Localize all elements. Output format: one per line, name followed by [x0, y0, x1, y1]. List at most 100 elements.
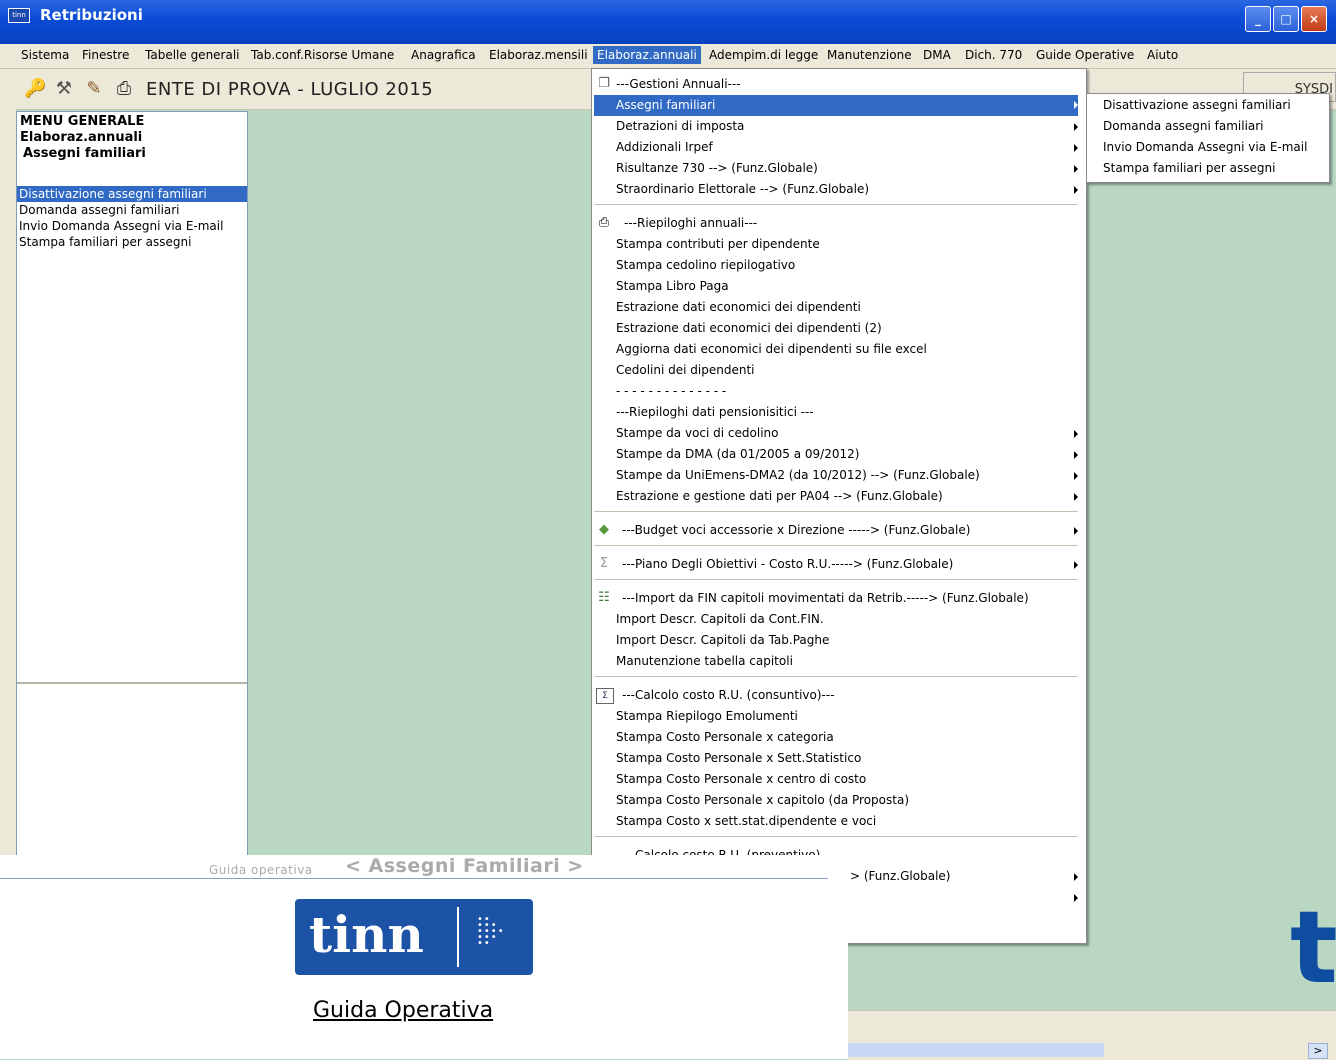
menu-header-riepiloghi-annuali: ---Riepiloghi annuali--- — [624, 216, 758, 230]
menu-elaboraz-annuali[interactable]: Elaboraz.annuali — [593, 46, 701, 64]
menu-item-costo-categoria[interactable]: Stampa Costo Personale x categoria — [616, 730, 834, 744]
left-item-stampa-familiari[interactable]: Stampa familiari per assegni — [17, 234, 247, 250]
menu-header-gestioni-annuali: ---Gestioni Annuali--- — [616, 77, 741, 91]
menu-item-risultanze-730[interactable]: Risultanze 730 --> (Funz.Globale) — [616, 161, 818, 175]
menu-item-import-fin[interactable]: ---Import da FIN capitoli movimentati da… — [622, 591, 1029, 605]
guide-section-title: < Assegni Familiari > — [345, 855, 584, 877]
submenu-item-domanda[interactable]: Domanda assegni familiari — [1103, 119, 1264, 133]
menu-item-costo-sett-stat-dipendente[interactable]: Stampa Costo x sett.stat.dipendente e vo… — [616, 814, 876, 828]
menu-separator — [594, 204, 1078, 205]
submenu-item-disattivazione[interactable]: Disattivazione assegni familiari — [1103, 98, 1291, 112]
chevron-right-icon — [1074, 527, 1078, 535]
brush-icon[interactable]: ✎ — [84, 79, 104, 99]
import-icon: ☷ — [598, 590, 610, 605]
menu-item-funz-globale[interactable]: > (Funz.Globale) — [850, 869, 950, 883]
menu-dma[interactable]: DMA — [923, 48, 951, 62]
menubar: Sistema Finestre Tabelle generali Tab.co… — [0, 44, 1336, 69]
menu-item-straordinario-elettorale[interactable]: Straordinario Elettorale --> (Funz.Globa… — [616, 182, 869, 196]
printer-icon: ⎙ — [598, 215, 610, 230]
menu-item-addizionali-irpef[interactable]: Addizionali Irpef — [616, 140, 713, 154]
menu-dash-separator: - - - - - - - - - - - - - - — [616, 384, 727, 398]
horizontal-scrollbar[interactable] — [848, 1043, 1104, 1057]
menu-tab-conf-risorse-umane[interactable]: Tab.conf.Risorse Umane — [251, 48, 394, 62]
menu-item-assegni-familiari[interactable]: Assegni familiari — [594, 95, 1078, 116]
menu-item-costo-centro-costo[interactable]: Stampa Costo Personale x centro di costo — [616, 772, 866, 786]
menu-item-piano-obiettivi[interactable]: ---Piano Degli Obiettivi - Costo R.U.---… — [622, 557, 953, 571]
menu-separator — [594, 579, 1078, 580]
menu-separator — [594, 676, 1078, 677]
left-item-domanda[interactable]: Domanda assegni familiari — [17, 202, 247, 218]
assegni-familiari-submenu: Disattivazione assegni familiari Domanda… — [1086, 93, 1330, 183]
menu-item-stampa-contributi[interactable]: Stampa contributi per dipendente — [616, 237, 820, 251]
menu-item-import-descr-paghe[interactable]: Import Descr. Capitoli da Tab.Paghe — [616, 633, 829, 647]
menu-item-manutenzione-capitoli[interactable]: Manutenzione tabella capitoli — [616, 654, 793, 668]
logo-dots-icon: •• ••• •••• ••• •• — [477, 914, 505, 949]
menu-guide-operative[interactable]: Guide Operative — [1036, 48, 1134, 62]
chevron-right-icon — [1074, 186, 1078, 194]
sigma-icon: Σ — [599, 556, 609, 571]
tools-icon[interactable]: ⚒ — [54, 79, 74, 99]
close-button[interactable]: × — [1301, 6, 1327, 32]
submenu-item-invio-domanda[interactable]: Invio Domanda Assegni via E-mail — [1103, 140, 1307, 154]
printer-icon[interactable]: ⎙ — [114, 79, 134, 99]
menu-sistema[interactable]: Sistema — [21, 48, 69, 62]
left-item-disattivazione[interactable]: Disattivazione assegni familiari — [17, 186, 247, 202]
gestioni-icon: ❐ — [598, 76, 610, 91]
chevron-right-icon — [1074, 472, 1078, 480]
elaboraz-annuali-dropdown: ❐ ---Gestioni Annuali--- Assegni familia… — [591, 68, 1087, 944]
menu-item-stampa-riepilogo-emolumenti[interactable]: Stampa Riepilogo Emolumenti — [616, 709, 798, 723]
guide-title: Guida Operativa — [313, 998, 494, 1023]
section-label: Elaboraz.annuali — [20, 130, 143, 145]
menu-separator — [594, 545, 1078, 546]
ente-label: ENTE DI PROVA - LUGLIO 2015 — [146, 79, 434, 100]
menu-manutenzione[interactable]: Manutenzione — [827, 48, 912, 62]
chevron-right-icon — [1074, 101, 1078, 109]
menu-item-estrazione-dati-2[interactable]: Estrazione dati economici dei dipendenti… — [616, 321, 882, 335]
submenu-item-stampa-familiari[interactable]: Stampa familiari per assegni — [1103, 161, 1275, 175]
menu-tabelle-generali[interactable]: Tabelle generali — [145, 48, 240, 62]
menu-aiuto[interactable]: Aiuto — [1147, 48, 1178, 62]
tinn-logo: tinn •• ••• •••• ••• •• — [295, 899, 533, 975]
cube-icon: ◆ — [599, 522, 609, 537]
chevron-right-icon — [1074, 165, 1078, 173]
chevron-right-icon — [1074, 144, 1078, 152]
menu-dich-770[interactable]: Dich. 770 — [965, 48, 1022, 62]
status-area: > — [848, 1010, 1336, 1060]
background-logo-letter: t — [1290, 889, 1336, 1006]
menu-anagrafica[interactable]: Anagrafica — [411, 48, 476, 62]
menu-item-stampe-dma[interactable]: Stampe da DMA (da 01/2005 a 09/2012) — [616, 447, 859, 461]
maximize-button[interactable]: □ — [1273, 6, 1299, 32]
menu-finestre[interactable]: Finestre — [82, 48, 129, 62]
key-icon[interactable]: 🔑 — [24, 79, 46, 99]
menu-item-stampe-voci-cedolino[interactable]: Stampe da voci di cedolino — [616, 426, 778, 440]
left-menu-panel: MENU GENERALE Elaboraz.annuali Assegni f… — [16, 111, 248, 856]
menu-item-aggiorna-dati-excel[interactable]: Aggiorna dati economici dei dipendenti s… — [616, 342, 927, 356]
menu-item-estrazione-pa04[interactable]: Estrazione e gestione dati per PA04 --> … — [616, 489, 943, 503]
menu-item-budget-voci[interactable]: ---Budget voci accessorie x Direzione --… — [622, 523, 970, 537]
minimize-button[interactable]: _ — [1245, 6, 1271, 32]
menu-item-cedolini-dipendenti[interactable]: Cedolini dei dipendenti — [616, 363, 755, 377]
menu-item-stampa-cedolino[interactable]: Stampa cedolino riepilogativo — [616, 258, 795, 272]
menu-item-costo-sett-statistico[interactable]: Stampa Costo Personale x Sett.Statistico — [616, 751, 861, 765]
menu-item-stampa-libro-paga[interactable]: Stampa Libro Paga — [616, 279, 729, 293]
menu-item-detrazioni[interactable]: Detrazioni di imposta — [616, 119, 744, 133]
menu-item-estrazione-dati[interactable]: Estrazione dati economici dei dipendenti — [616, 300, 861, 314]
app-icon: tinn — [8, 8, 30, 23]
chevron-right-icon — [1074, 430, 1078, 438]
scroll-right-button[interactable]: > — [1308, 1043, 1328, 1059]
menu-item-import-descr-fin[interactable]: Import Descr. Capitoli da Cont.FIN. — [616, 612, 824, 626]
chevron-right-icon — [1074, 451, 1078, 459]
guide-overlay: Guida operativa < Assegni Familiari > ti… — [0, 855, 848, 1059]
menu-adempim-di-legge[interactable]: Adempim.di legge — [709, 48, 818, 62]
menu-item-stampe-uniemens[interactable]: Stampe da UniEmens-DMA2 (da 10/2012) -->… — [616, 468, 980, 482]
chevron-right-icon — [1074, 561, 1078, 569]
menu-elaboraz-mensili[interactable]: Elaboraz.mensili — [489, 48, 588, 62]
chevron-right-icon — [1074, 873, 1078, 881]
window-titlebar: tinn Retribuzioni _ □ × — [0, 0, 1336, 44]
menu-item-costo-capitolo[interactable]: Stampa Costo Personale x capitolo (da Pr… — [616, 793, 909, 807]
left-item-invio-domanda[interactable]: Invio Domanda Assegni via E-mail — [17, 218, 247, 234]
menu-generale-label: MENU GENERALE — [20, 114, 145, 129]
left-menu-list: Disattivazione assegni familiari Domanda… — [17, 186, 247, 250]
guida-operativa-caption: Guida operativa — [209, 863, 313, 877]
menu-header-calcolo-consuntivo: ---Calcolo costo R.U. (consuntivo)--- — [622, 688, 835, 702]
